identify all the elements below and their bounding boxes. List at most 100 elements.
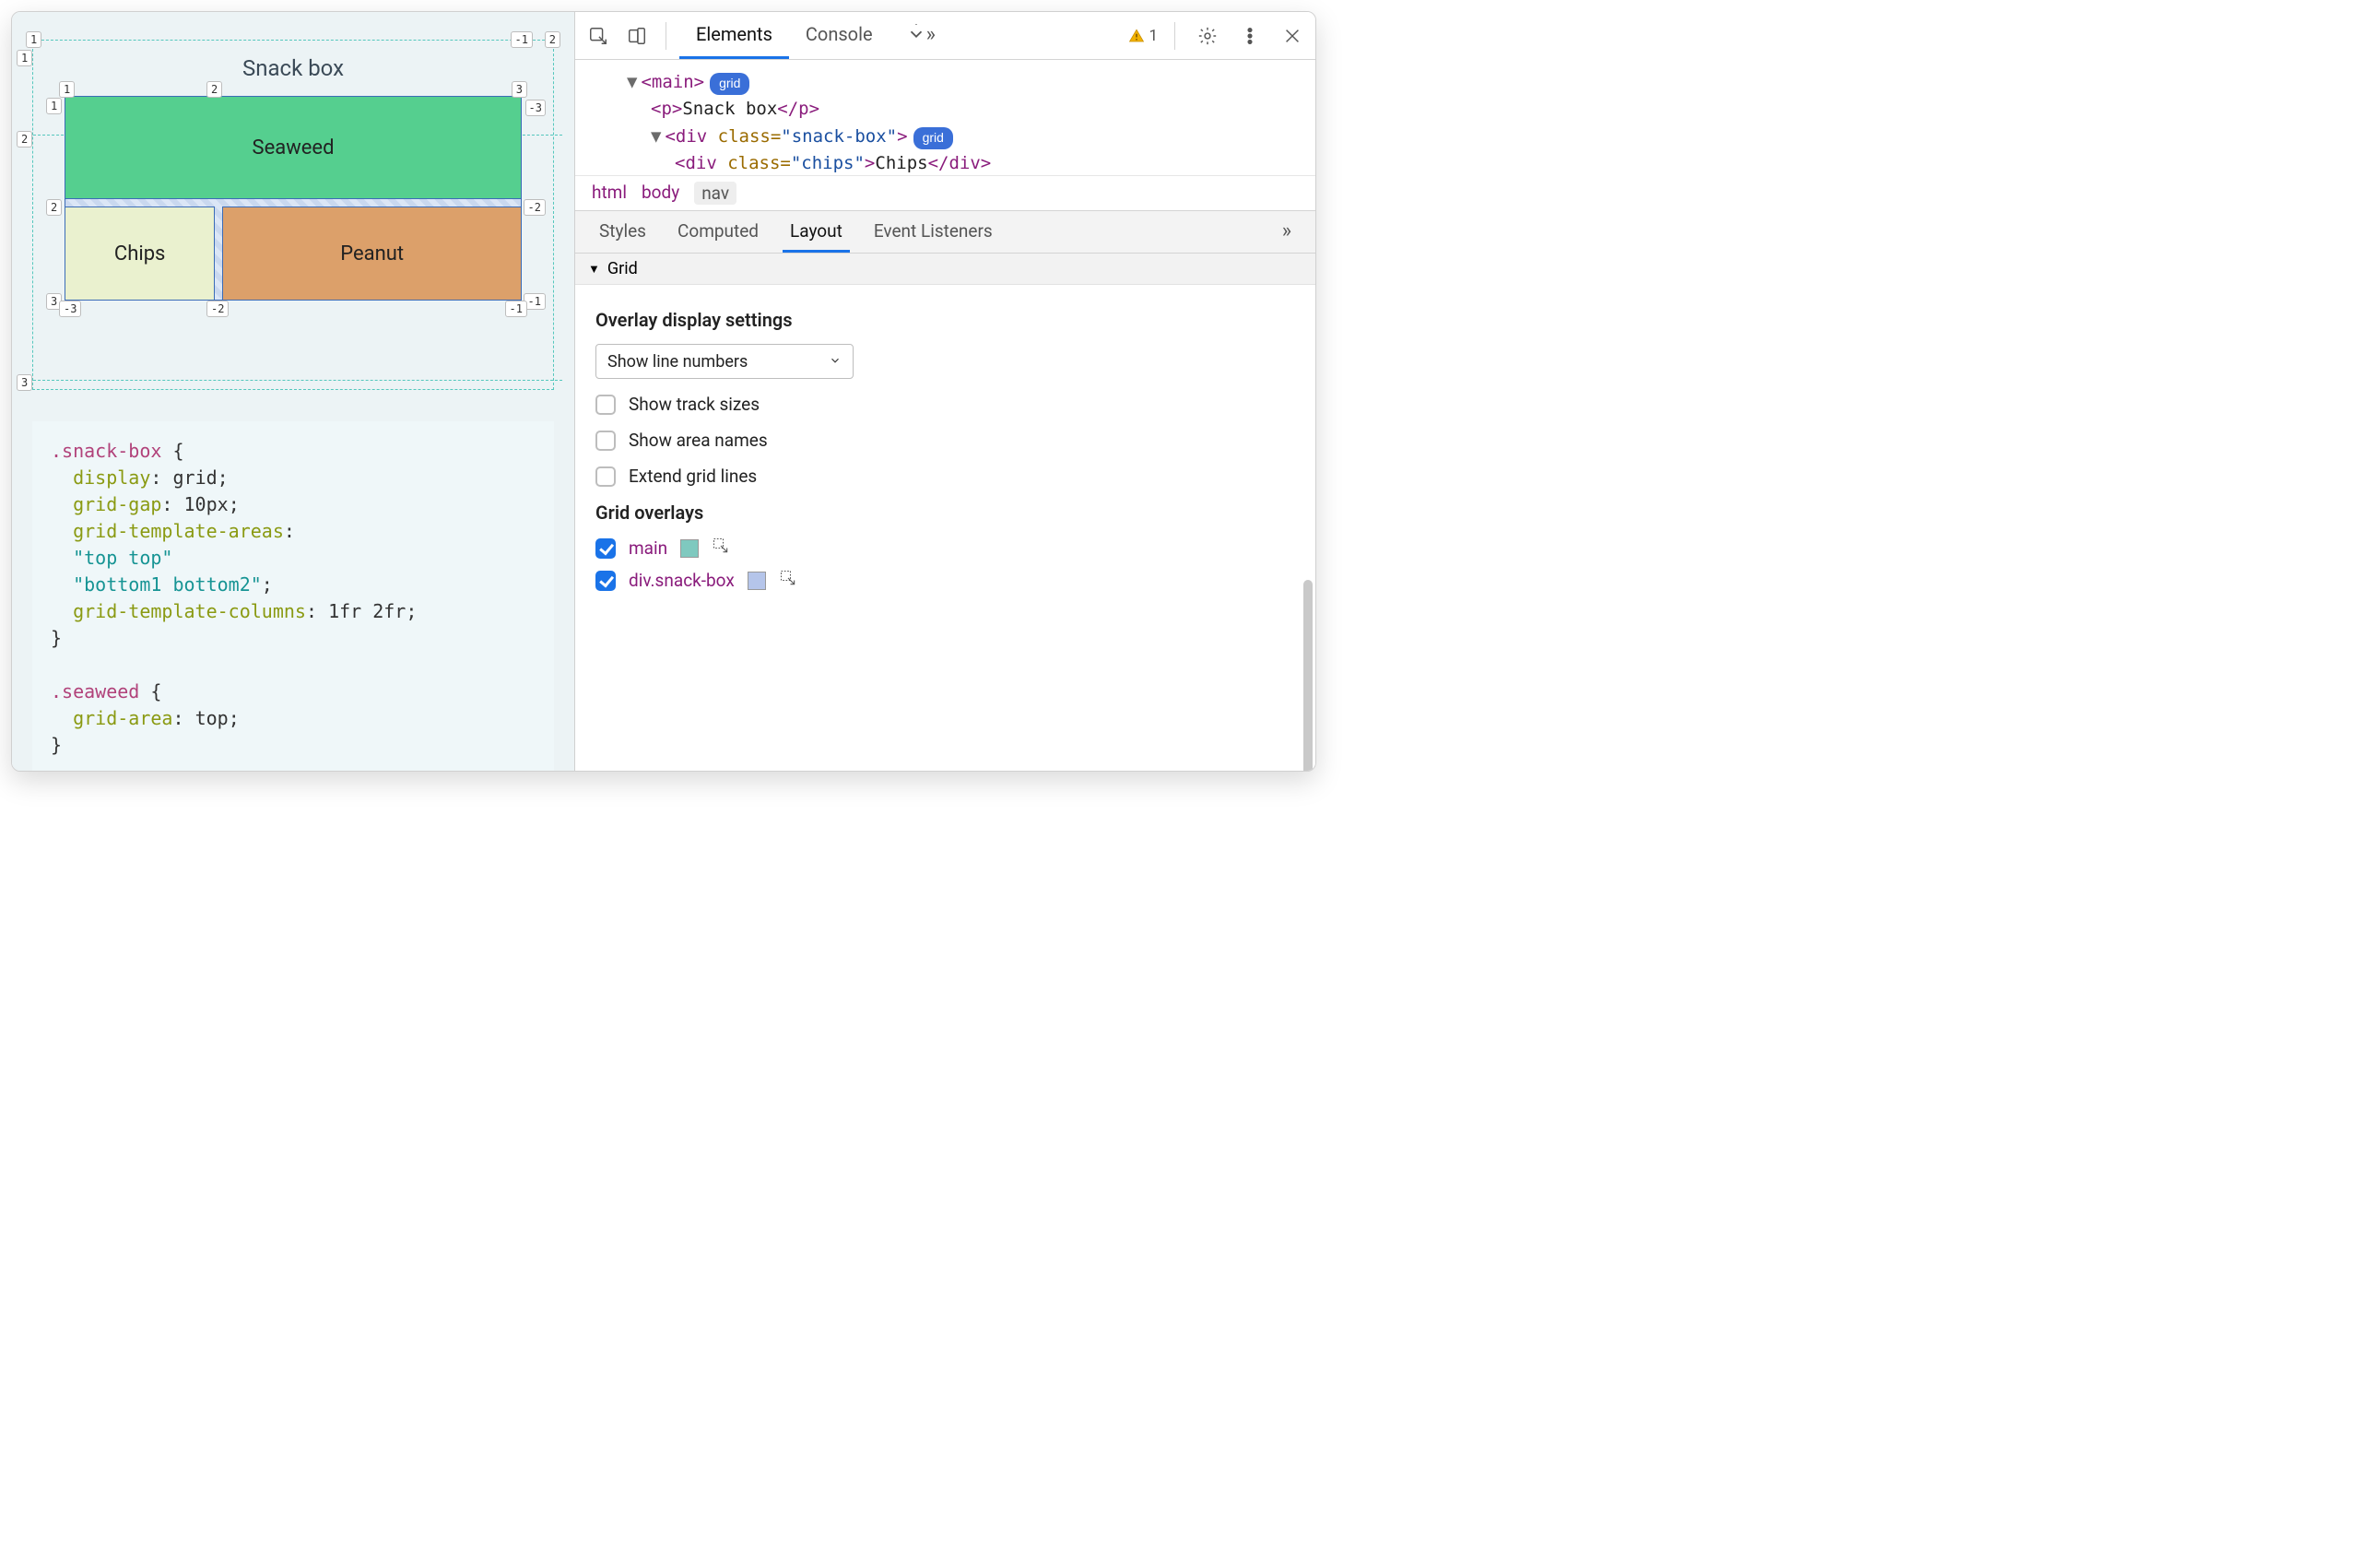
crumb-nav[interactable]: nav: [694, 182, 736, 205]
tab-console[interactable]: Console: [789, 12, 890, 59]
outer-row-line-1: 1: [17, 50, 32, 66]
code-val-top: top: [195, 707, 229, 729]
devtools-pane: Elements Console » 1: [574, 12, 1315, 771]
devtools-toolbar: Elements Console » 1: [575, 12, 1315, 60]
reveal-in-elements-icon-2[interactable]: [779, 569, 797, 592]
code-areas-row1: "top top": [73, 547, 172, 569]
chevron-down-icon: [829, 352, 842, 372]
dom-tree[interactable]: ▼<main>grid <p>Snack box</p> ▼<div class…: [575, 60, 1315, 176]
subtab-event-listeners[interactable]: Event Listeners: [866, 211, 1000, 253]
code-areas-row2: "bottom1 bottom2": [73, 573, 262, 596]
grid-overlays-heading: Grid overlays: [595, 502, 1295, 524]
subtabs-overflow[interactable]: »: [1275, 211, 1299, 253]
outer-row-guide-3: [24, 380, 562, 381]
grid-badge-main[interactable]: grid: [710, 73, 749, 95]
dom-attr-class: class=: [718, 126, 782, 147]
page-preview-pane: 1 -1 2 1 2 3 Snack box 1 2 3 -3 1 2 3: [12, 12, 574, 771]
inspect-element-icon[interactable]: [583, 20, 614, 52]
snack-box-grid: Seaweed Chips Peanut: [65, 96, 522, 301]
warning-count: 1: [1149, 27, 1158, 45]
reveal-in-elements-icon[interactable]: [712, 537, 730, 560]
label-track-sizes: Show track sizes: [629, 394, 760, 415]
checkbox-overlay-main[interactable]: [595, 538, 616, 559]
cell-seaweed: Seaweed: [65, 97, 521, 198]
dom-div-close-angle: >: [897, 126, 907, 147]
dom-attr-val: "snack-box": [781, 126, 897, 147]
grid-badge-snackbox[interactable]: grid: [913, 127, 953, 149]
label-extend-lines: Extend grid lines: [629, 466, 757, 487]
inner-col-neg1-bot: -1: [505, 301, 527, 317]
panel-scrollbar[interactable]: [1303, 580, 1313, 771]
code-prop-area: grid-area: [73, 707, 172, 729]
grid-section-title: Grid: [607, 259, 638, 278]
layout-panel-body: Overlay display settings Show line numbe…: [575, 285, 1315, 771]
snack-box-wrap: 1 2 3 -3 1 2 3 -2 -1 Seaweed Chips Peanu…: [65, 96, 522, 301]
tabs-overflow[interactable]: »: [890, 12, 952, 59]
code-snippet: .snack-box { display: grid; grid-gap: 10…: [32, 421, 554, 772]
disclosure-triangle-icon: ▼: [588, 262, 600, 277]
checkbox-track-sizes[interactable]: [595, 395, 616, 415]
crumb-body[interactable]: body: [642, 182, 679, 205]
inner-col-neg3-bot: -3: [59, 301, 81, 317]
inner-col-2-top: 2: [206, 81, 222, 98]
code-selector-1: .snack-box: [51, 440, 161, 462]
dom-div-open: <div: [665, 126, 717, 147]
outer-col-line-1: 1: [26, 31, 41, 48]
checkbox-extend-lines[interactable]: [595, 466, 616, 487]
checkbox-area-names[interactable]: [595, 431, 616, 451]
crumb-html[interactable]: html: [592, 182, 627, 205]
overlay-label-main[interactable]: main: [629, 537, 667, 559]
inner-row-neg2: -2: [524, 199, 546, 216]
kebab-menu-icon[interactable]: [1234, 20, 1266, 52]
page-title: Snack box: [33, 41, 553, 89]
subtab-styles[interactable]: Styles: [592, 211, 654, 253]
code-prop-cols: grid-template-columns: [73, 600, 306, 622]
outer-grid-overlay: 1 -1 2 1 2 3 Snack box 1 2 3 -3 1 2 3: [32, 40, 554, 390]
dom-chips-val: "chips": [791, 153, 865, 173]
inner-top-neg-3: -3: [525, 100, 546, 116]
code-prop-gap: grid-gap: [73, 493, 161, 515]
inner-row-1: 1: [46, 98, 62, 114]
subtab-layout[interactable]: Layout: [783, 211, 850, 253]
dom-chips-attr: class=: [727, 153, 791, 173]
grid-section-header[interactable]: ▼ Grid: [575, 254, 1315, 285]
code-prop-areas: grid-template-areas: [73, 520, 284, 542]
styles-subtabs: Styles Computed Layout Event Listeners »: [575, 211, 1315, 254]
dom-main-open: <main>: [641, 72, 704, 92]
dom-chips-open: <div: [675, 153, 727, 173]
inner-col-3-top: 3: [512, 81, 527, 98]
dom-breadcrumb[interactable]: html body nav: [575, 176, 1315, 211]
overlay-settings-heading: Overlay display settings: [595, 309, 1295, 331]
code-prop-display: display: [73, 466, 150, 489]
outer-row-line-2: 2: [17, 131, 32, 148]
subtab-computed[interactable]: Computed: [670, 211, 766, 253]
cell-chips: Chips: [65, 207, 214, 300]
overlay-swatch-snackbox[interactable]: [748, 572, 766, 590]
settings-gear-icon[interactable]: [1192, 20, 1223, 52]
scrollbar-thumb[interactable]: [1303, 580, 1313, 771]
line-labels-select[interactable]: Show line numbers: [595, 344, 854, 379]
code-val-10px: 10px: [184, 493, 229, 515]
code-val-cols: 1fr 2fr: [328, 600, 406, 622]
label-area-names: Show area names: [629, 430, 768, 451]
outer-row-line-3: 3: [17, 374, 32, 391]
overlay-swatch-main[interactable]: [680, 539, 699, 558]
line-labels-select-value: Show line numbers: [607, 352, 748, 372]
devtools-main-tabs: Elements Console »: [679, 12, 952, 59]
close-devtools-icon[interactable]: [1277, 20, 1308, 52]
app-window: 1 -1 2 1 2 3 Snack box 1 2 3 -3 1 2 3: [11, 11, 1316, 772]
checkbox-overlay-snackbox[interactable]: [595, 571, 616, 591]
overlay-label-snackbox[interactable]: div.snack-box: [629, 570, 735, 591]
inner-row-2: 2: [46, 199, 62, 216]
cell-peanut: Peanut: [223, 207, 521, 300]
device-toolbar-icon[interactable]: [621, 20, 653, 52]
toolbar-divider-2: [1174, 22, 1175, 50]
inner-col-neg2-bot: -2: [206, 301, 229, 317]
tab-elements[interactable]: Elements: [679, 12, 789, 59]
code-val-grid: grid: [172, 466, 217, 489]
inner-col-1-top: 1: [59, 81, 75, 98]
code-selector-2: .seaweed: [51, 680, 139, 702]
warning-badge[interactable]: 1: [1128, 27, 1158, 45]
outer-col-line-neg1: -1: [511, 31, 533, 48]
outer-col-line-2: 2: [545, 31, 560, 48]
